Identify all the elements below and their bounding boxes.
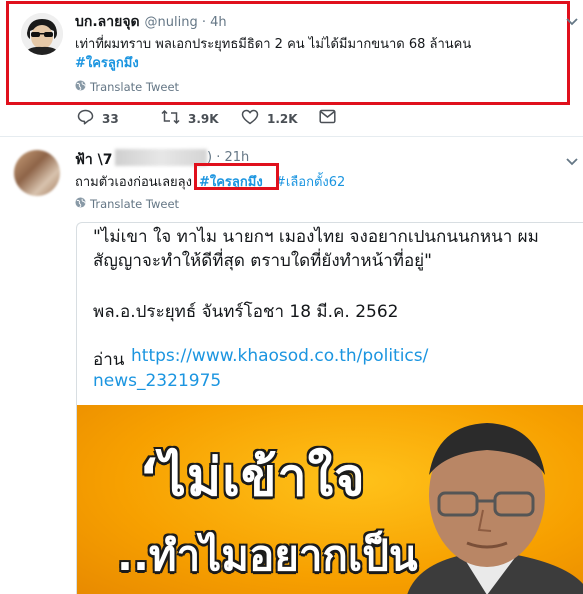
image-headline: ‘ไม่เข้าใจ [139,448,366,508]
chevron-down-icon[interactable] [565,152,579,171]
retweet-icon [161,109,180,128]
highlight-box-tweet [6,1,570,105]
reply-icon [77,109,94,128]
retweet-button[interactable]: 3.9K [161,109,219,128]
article-link[interactable]: https://www.khaosod.co.th/politics/ [131,346,428,366]
quote-attribution: พล.อ.ประยุทธ์ จันทร์โอชา 18 มี.ค. 2562 [93,302,399,322]
author-avatar-blurred[interactable] [14,150,60,196]
read-label: อ่าน [93,350,125,370]
hashtag-link[interactable]: #เลือกตั้ง62 [275,171,345,192]
quote-line: "ไม่เขา ใจ ทาไม นายกฯ เมองไทย จงอยากเปนก… [93,227,539,247]
tweet-text: ถามตัวเองก่อนเลยลุง [75,175,192,190]
globe-icon [75,197,86,211]
message-icon [319,109,336,127]
heart-icon [241,109,259,128]
like-button[interactable]: 1.2K [241,109,298,128]
translate-label[interactable]: Translate Tweet [90,197,179,211]
retweet-count: 3.9K [188,111,219,126]
like-count: 1.2K [267,111,298,126]
tweet-separator [0,136,583,137]
article-link[interactable]: news_2321975 [93,371,221,391]
person-portrait [407,423,583,594]
tweet-actions: 33 3.9K 1.2K [75,109,435,131]
quoted-card[interactable]: "ไม่เขา ใจ ทาไม นายกฯ เมองไทย จงอยากเปนก… [76,222,583,594]
highlight-box-hashtag [194,163,279,190]
direct-message-button[interactable] [319,109,336,127]
quote-line: สัญญาจะทำให้ดีที่สุด ตราบใดที่ยังทำหน้าท… [93,251,432,271]
translate-tweet-link[interactable]: Translate Tweet [75,197,179,211]
news-image[interactable]: ‘ไม่เข้าใจ ..ทำไมอยากเป็น [77,405,583,594]
reply-button[interactable]: 33 [77,109,119,128]
reply-count: 33 [102,111,119,126]
chevron-down-icon[interactable] [565,12,579,31]
author-name[interactable]: ฟ้า \7 [75,149,113,171]
